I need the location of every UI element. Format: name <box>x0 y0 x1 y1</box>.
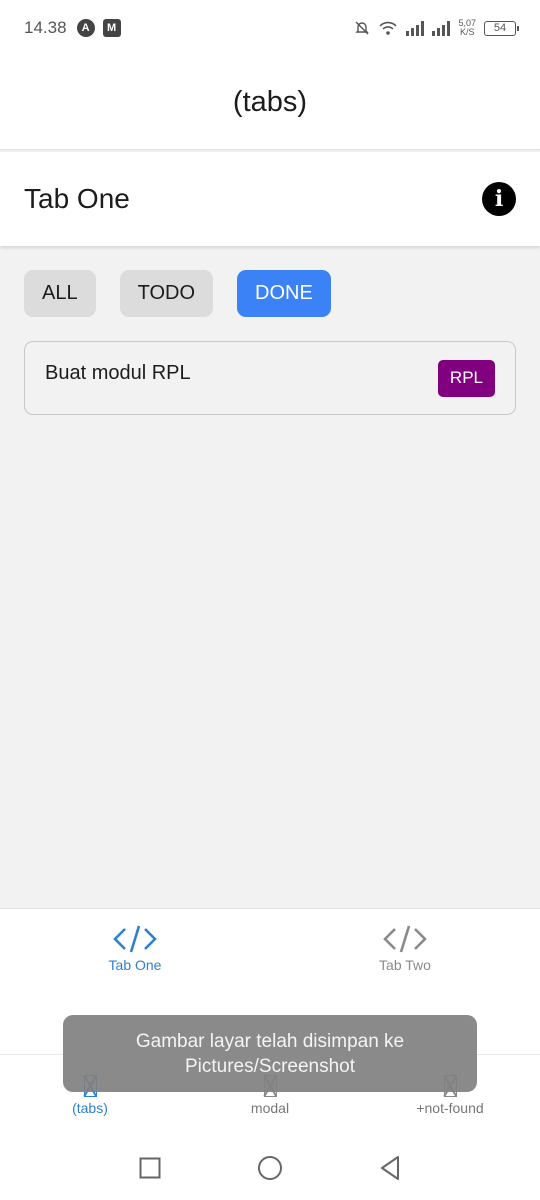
net-speed: 5,07 K/S <box>458 19 476 37</box>
code-icon <box>113 925 157 953</box>
battery-icon: 54 <box>484 20 519 36</box>
filter-bar: ALL TODO DONE <box>24 270 331 317</box>
net-speed-unit: K/S <box>459 27 475 37</box>
square-icon <box>139 1157 161 1179</box>
tab-tab-two-label: Tab Two <box>379 957 431 973</box>
tab-tab-one-label: Tab One <box>108 957 162 973</box>
system-nav-bar <box>0 1136 540 1200</box>
page-title: Tab One <box>24 183 130 214</box>
info-icon[interactable]: i <box>482 182 516 216</box>
m-notification-icon: M <box>102 19 121 37</box>
back-button[interactable] <box>370 1148 410 1188</box>
tab-modal-label: modal <box>250 1100 290 1116</box>
tab-tab-one[interactable]: Tab One <box>45 923 225 973</box>
signal-2-icon <box>432 20 451 36</box>
tab-tabs-label: (tabs) <box>72 1100 108 1116</box>
filter-todo-button[interactable]: TODO <box>119 270 214 317</box>
wifi-icon <box>379 21 398 35</box>
app-header-title: (tabs) <box>232 86 308 118</box>
app-header: (tabs) <box>0 56 540 150</box>
code-icon <box>383 925 427 953</box>
triangle-back-icon <box>381 1156 399 1180</box>
task-title: Buat modul RPL <box>45 361 191 384</box>
recents-button[interactable] <box>130 1148 170 1188</box>
task-tag-badge: RPL <box>437 359 495 397</box>
app-notification-icon: A <box>76 19 95 37</box>
task-card[interactable]: Buat modul RPL RPL <box>24 341 516 415</box>
filter-done-button[interactable]: DONE <box>237 270 331 317</box>
circle-icon <box>258 1156 282 1180</box>
signal-1-icon <box>406 20 425 36</box>
filter-all-button[interactable]: ALL <box>24 270 96 317</box>
tab-not-found-label: +not-found <box>416 1100 484 1116</box>
status-time: 14.38 <box>24 18 67 37</box>
tab-tab-two[interactable]: Tab Two <box>315 923 495 973</box>
silent-bell-icon <box>355 21 370 35</box>
screen-header: Tab One i <box>0 152 540 246</box>
home-button[interactable] <box>250 1148 290 1188</box>
toast-text: Gambar layar telah disimpan ke Pictures/… <box>135 1030 405 1077</box>
status-bar: 14.38 A M 5,07 K/S 54 <box>0 0 540 56</box>
screenshot-toast: Gambar layar telah disimpan ke Pictures/… <box>63 1015 477 1092</box>
battery-level: 54 <box>493 22 507 34</box>
